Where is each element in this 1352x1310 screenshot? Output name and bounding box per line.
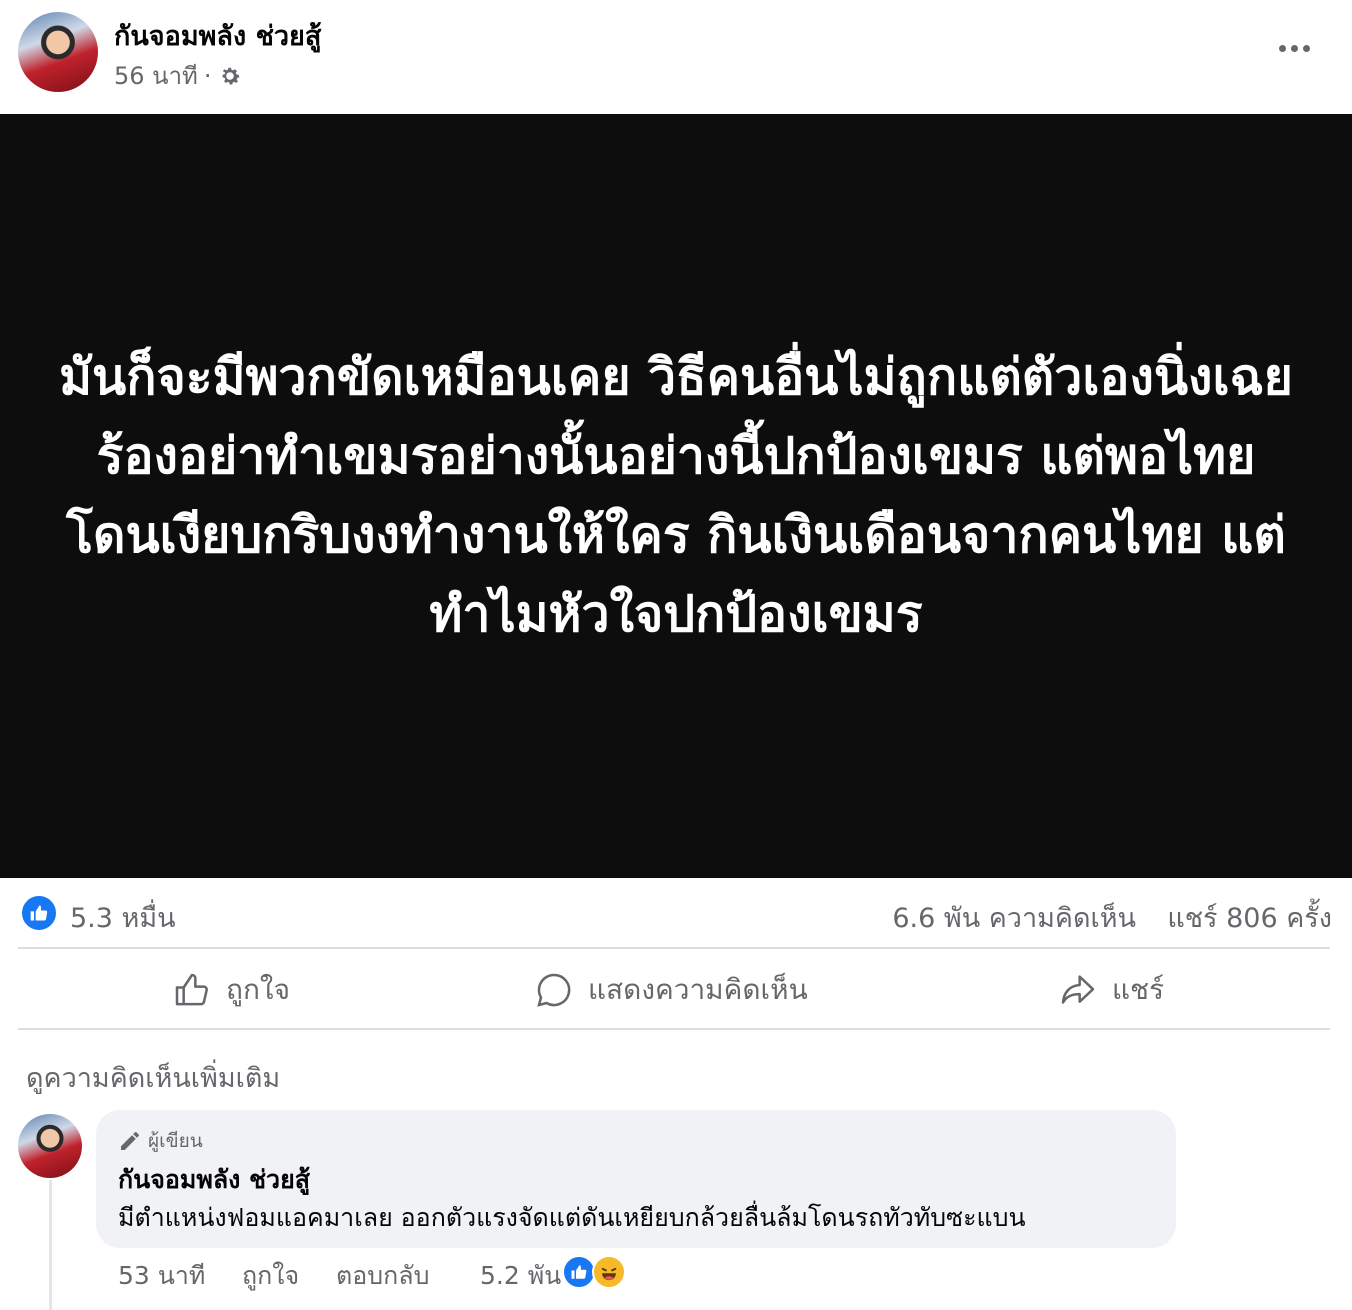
gear-icon[interactable] xyxy=(218,64,242,88)
comment-text: มีตำแหน่งฟอมแอคมาเลย ออกตัวแรงจัดแต่ดันเ… xyxy=(118,1203,1026,1232)
like-reaction-icon xyxy=(562,1255,596,1289)
comment-like-button[interactable]: ถูกใจ xyxy=(242,1256,299,1296)
author-badge-label: ผู้เขียน xyxy=(148,1130,203,1152)
like-button[interactable]: ถูกใจ xyxy=(172,950,290,1030)
share-button-label: แชร์ xyxy=(1112,973,1165,1006)
author-avatar[interactable] xyxy=(18,12,98,92)
post-actions: ถูกใจ แสดงความคิดเห็น แชร์ xyxy=(18,950,1330,1030)
post-time[interactable]: 56 นาที xyxy=(114,56,198,95)
comment-avatar[interactable] xyxy=(18,1114,82,1178)
share-arrow-icon xyxy=(1061,975,1095,1004)
comment-bubble: ผู้เขียน กันจอมพลัง ช่วยสู้ มีตำแหน่งฟอม… xyxy=(96,1110,1176,1248)
divider xyxy=(18,1028,1330,1030)
comment-button[interactable]: แสดงความคิดเห็น xyxy=(534,950,808,1030)
comment-time[interactable]: 53 นาที xyxy=(118,1256,205,1296)
like-reaction-icon[interactable] xyxy=(20,894,58,932)
divider xyxy=(18,947,1330,949)
comment-reactions[interactable] xyxy=(562,1255,626,1289)
thread-line xyxy=(49,1180,52,1310)
like-count[interactable]: 5.3 หมื่น xyxy=(70,896,176,939)
comment-reply-button[interactable]: ตอบกลับ xyxy=(336,1256,429,1296)
comment-author-name[interactable]: กันจอมพลัง ช่วยสู้ xyxy=(118,1160,310,1200)
like-button-label: ถูกใจ xyxy=(226,973,290,1006)
meta-separator: · xyxy=(203,61,212,90)
comment-icon xyxy=(537,973,571,1007)
post-header: กันจอมพลัง ช่วยสู้ 56 นาที · xyxy=(0,0,1352,114)
thumbs-up-icon xyxy=(30,905,48,921)
pencil-icon xyxy=(121,1132,139,1150)
share-button[interactable]: แชร์ xyxy=(1058,950,1164,1030)
laughing-face-icon xyxy=(601,1267,617,1281)
post-image[interactable]: มันก็จะมีพวกขัดเหมือนเคย วิธีคนอื่นไม่ถู… xyxy=(0,114,1352,878)
share-count[interactable]: แชร์ 806 ครั้ง xyxy=(1167,896,1332,939)
more-options-icon[interactable] xyxy=(1272,30,1316,66)
haha-reaction-icon xyxy=(592,1255,626,1289)
post-image-text: มันก็จะมีพวกขัดเหมือนเคย วิธีคนอื่นไม่ถู… xyxy=(59,348,1293,643)
thumbs-up-icon xyxy=(175,973,208,1006)
comment-count[interactable]: 6.6 พัน ความคิดเห็น xyxy=(892,896,1136,939)
comment-button-label: แสดงความคิดเห็น xyxy=(588,973,808,1006)
author-badge: ผู้เขียน xyxy=(118,1126,203,1156)
view-more-comments-link[interactable]: ดูความคิดเห็นเพิ่มเติม xyxy=(26,1056,280,1099)
post-meta: 56 นาที · xyxy=(114,56,242,95)
comment-reaction-count[interactable]: 5.2 พัน xyxy=(480,1256,561,1296)
post-author-name[interactable]: กันจอมพลัง ช่วยสู้ xyxy=(114,14,321,57)
post-stats: 5.3 หมื่น 6.6 พัน ความคิดเห็น แชร์ 806 ค… xyxy=(20,890,1332,938)
thumbs-up-icon xyxy=(571,1265,587,1279)
